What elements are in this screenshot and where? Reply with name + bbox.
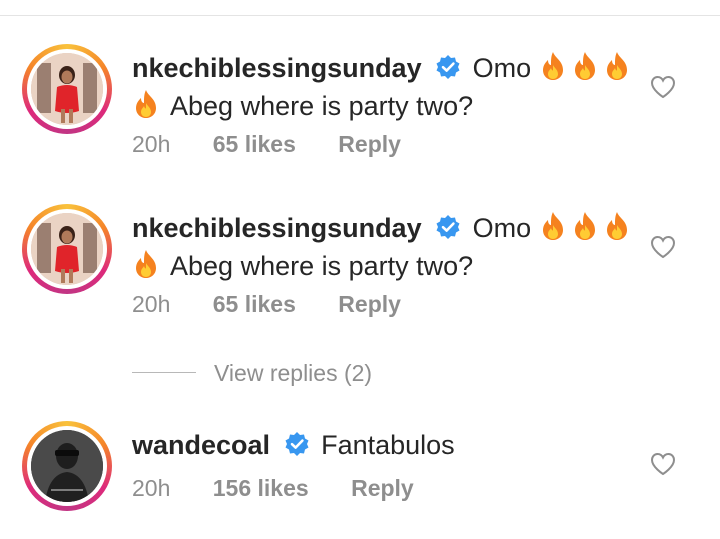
verified-badge-icon bbox=[435, 214, 461, 248]
comment-text: Fantabulos bbox=[321, 430, 455, 460]
fire-icon bbox=[132, 249, 160, 287]
fire-icon bbox=[571, 51, 599, 89]
comment-text-continued: Abeg where is party two? bbox=[170, 251, 474, 281]
comment-text-continued: Abeg where is party two? bbox=[170, 91, 474, 121]
avatar[interactable] bbox=[22, 44, 112, 134]
verified-badge-icon bbox=[284, 431, 310, 465]
avatar[interactable] bbox=[22, 421, 112, 511]
profile-photo bbox=[31, 430, 103, 502]
fire-icon bbox=[539, 51, 567, 89]
verified-badge-icon bbox=[435, 54, 461, 88]
fire-icon bbox=[571, 211, 599, 249]
reply-button[interactable]: Reply bbox=[338, 291, 401, 318]
heart-icon[interactable] bbox=[650, 235, 676, 264]
fire-emoji-group bbox=[539, 212, 635, 243]
comment-timestamp: 20h bbox=[132, 291, 171, 317]
fire-icon bbox=[603, 51, 631, 89]
view-replies-label[interactable]: View replies (2) bbox=[214, 358, 372, 388]
comment-likes[interactable]: 65 likes bbox=[213, 291, 296, 318]
fire-icon bbox=[603, 211, 631, 249]
comment-username[interactable]: wandecoal bbox=[132, 430, 270, 460]
reply-button[interactable]: Reply bbox=[351, 475, 414, 502]
top-divider bbox=[0, 0, 720, 16]
comment-likes[interactable]: 65 likes bbox=[213, 131, 296, 158]
avatar[interactable] bbox=[22, 204, 112, 294]
profile-photo bbox=[31, 213, 103, 285]
comment-text: Omo bbox=[472, 53, 532, 83]
heart-icon[interactable] bbox=[650, 452, 676, 481]
comment-username[interactable]: nkechiblessingsunday bbox=[132, 53, 422, 83]
comment-username[interactable]: nkechiblessingsunday bbox=[132, 213, 422, 243]
comment-timestamp: 20h bbox=[132, 475, 171, 501]
fire-emoji-group bbox=[539, 52, 635, 83]
comment-timestamp: 20h bbox=[132, 131, 171, 157]
comment-text: Omo bbox=[472, 213, 532, 243]
reply-button[interactable]: Reply bbox=[338, 131, 401, 158]
fire-icon bbox=[132, 89, 160, 127]
replies-divider bbox=[132, 372, 196, 373]
comment-likes[interactable]: 156 likes bbox=[213, 475, 309, 502]
profile-photo bbox=[31, 53, 103, 125]
fire-icon bbox=[539, 211, 567, 249]
heart-icon[interactable] bbox=[650, 75, 676, 104]
